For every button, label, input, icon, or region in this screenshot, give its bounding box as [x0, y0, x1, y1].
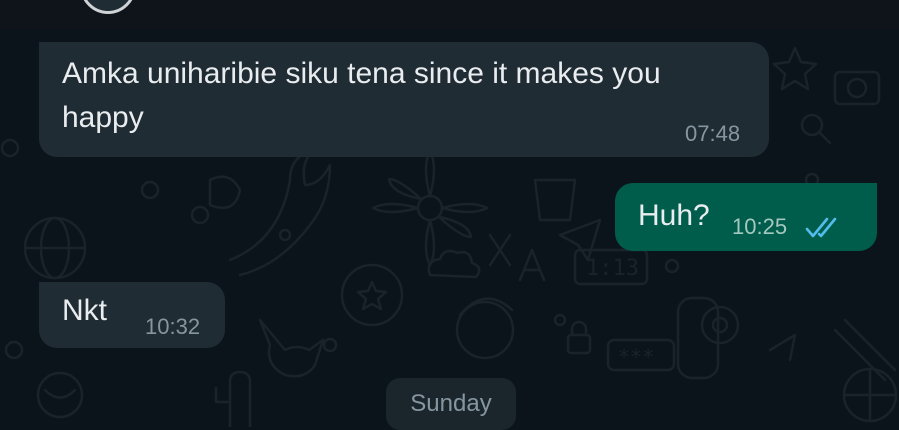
chat-area[interactable]: 1:13 *** Amka uniharibie siku tena since…: [0, 30, 899, 427]
date-divider: Sunday: [386, 378, 516, 430]
read-double-check-icon: [805, 217, 837, 238]
message-text-line: happy: [62, 101, 144, 134]
chat-header: [0, 0, 899, 30]
message-bubble-incoming[interactable]: Nkt 10:32: [39, 282, 225, 348]
message-bubble-outgoing[interactable]: Huh? 10:25: [615, 183, 877, 251]
message-bubble-incoming[interactable]: Amka uniharibie siku tena since it makes…: [39, 42, 769, 157]
contact-avatar[interactable]: [80, 0, 136, 14]
svg-text:***: ***: [618, 345, 654, 369]
message-text-line: Amka uniharibie siku tena since it makes…: [62, 57, 661, 90]
svg-text:1:13: 1:13: [586, 256, 639, 281]
message-text-line: Nkt: [62, 294, 107, 327]
message-text-line: Huh?: [638, 199, 710, 232]
message-timestamp: 10:32: [145, 314, 201, 339]
message-timestamp: 10:25: [732, 214, 788, 239]
date-divider-label: Sunday: [410, 390, 492, 417]
message-timestamp: 07:48: [685, 121, 741, 146]
